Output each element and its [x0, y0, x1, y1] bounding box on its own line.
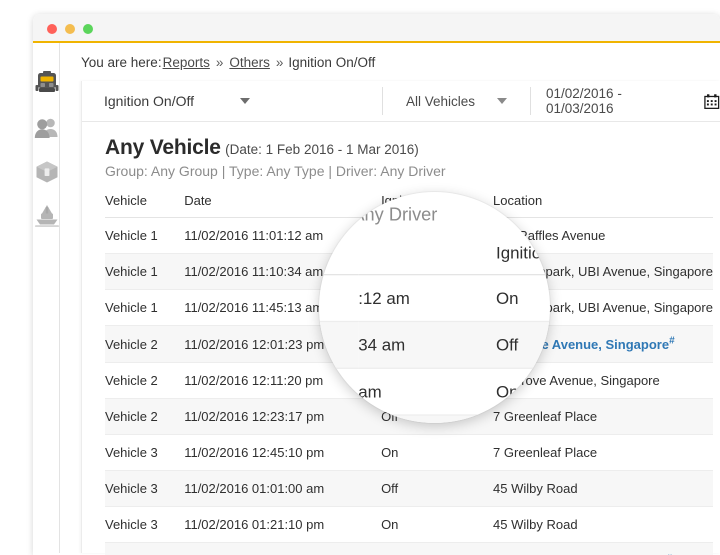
- magnified-cell-date-tail: [358, 415, 496, 423]
- box-icon: [36, 161, 57, 183]
- location-link-marker: #: [669, 336, 675, 347]
- sidebar-item-vessel[interactable]: [33, 200, 60, 232]
- people-icon: [34, 118, 57, 138]
- calendar-icon[interactable]: [704, 93, 720, 110]
- table-row[interactable]: Vehicle 3 11/02/2016 12:45:10 pm On 7 Green…: [105, 434, 713, 472]
- table-row[interactable]: Vehicle 3 11/02/2016 01:01:00 am Off 45 Wil…: [105, 470, 713, 508]
- cell-ignition-status: On: [381, 506, 494, 544]
- report-heading: Any Vehicle (Date: 1 Feb 2016 - 1 Mar 20…: [82, 122, 720, 179]
- vehicle-scope-select[interactable]: All Vehicles: [382, 87, 530, 115]
- magnified-table-body: :12 amOn10734 amOffUBamOnOff: [319, 274, 550, 423]
- magnified-cell-date-tail: am: [358, 368, 496, 416]
- magnified-table-row: 34 amOffUB: [319, 321, 550, 369]
- sidebar-item-drivers[interactable]: [33, 112, 60, 144]
- cell-vehicle: Vehicle 3: [105, 542, 185, 555]
- breadcrumb-separator-2: »: [275, 54, 284, 70]
- magnified-cell-blank: [319, 321, 359, 369]
- minimize-button[interactable]: [65, 24, 75, 34]
- breadcrumb: You are here: Reports » Others » Ignitio…: [60, 43, 720, 81]
- magnifier-lens: ar 2016) e | Driver: Any Driver Ignition…: [319, 192, 550, 423]
- content-panel: Ignition On/Off All Vehicles 01/02/2016 …: [81, 81, 720, 555]
- cell-location: 45 Wilby Road: [493, 506, 713, 544]
- cell-date: 11/02/2016 01:36:45 pm: [184, 542, 382, 555]
- cell-ignition-status: On: [381, 434, 494, 472]
- magnified-cell-date-tail: 34 am: [358, 321, 496, 369]
- magnified-cell-ignition-status: Off: [496, 415, 550, 423]
- cell-vehicle: Vehicle 2: [105, 362, 185, 400]
- filter-toolbar: Ignition On/Off All Vehicles 01/02/2016 …: [82, 81, 720, 122]
- magnified-header-row: Ignition Status Lo: [319, 242, 550, 276]
- magnified-cell-blank: [319, 368, 359, 416]
- magnifier-content: ar 2016) e | Driver: Any Driver Ignition…: [319, 192, 550, 423]
- cell-location: 7 Greenleaf Place: [493, 434, 713, 472]
- table-row[interactable]: Vehicle 3 11/02/2016 01:21:10 pm On 45 Wilb…: [105, 506, 713, 544]
- cell-vehicle: Vehicle 2: [105, 398, 185, 436]
- cell-vehicle: Vehicle 1: [105, 217, 185, 254]
- magnified-column-blank-2: [358, 242, 496, 276]
- close-button[interactable]: [47, 24, 57, 34]
- maximize-button[interactable]: [83, 24, 93, 34]
- sidebar-item-truck[interactable]: [33, 67, 60, 99]
- breadcrumb-link-others[interactable]: Others: [229, 55, 270, 70]
- date-range-value: 01/02/2016 - 01/03/2016: [546, 86, 622, 116]
- magnified-column-blank-1: [319, 242, 359, 276]
- magnified-column-header-ignition-status: Ignition Status: [496, 242, 550, 276]
- cell-date: 11/02/2016 01:01:00 am: [184, 470, 382, 508]
- magnified-table: Ignition Status Lo :12 amOn10734 amOffUB…: [319, 242, 550, 423]
- magnified-table-row: :12 amOn107: [319, 274, 550, 323]
- sidebar-rail: [33, 43, 60, 553]
- chevron-down-icon: [240, 98, 251, 104]
- cell-date: 11/02/2016 12:45:10 pm: [184, 434, 382, 472]
- cell-vehicle: Vehicle 3: [105, 434, 185, 472]
- window-body: You are here: Reports » Others » Ignitio…: [33, 43, 720, 555]
- ship-icon: [34, 205, 59, 227]
- cell-date: 11/02/2016 01:21:10 pm: [184, 506, 382, 544]
- magnified-cell-ignition-status: On: [496, 274, 550, 323]
- report-type-value: Ignition On/Off: [104, 93, 195, 109]
- cell-vehicle: Vehicle 1: [105, 289, 185, 326]
- report-type-select[interactable]: Ignition On/Off: [82, 93, 382, 109]
- cell-location[interactable]: 4 Fairways Drive, Singapore#: [493, 542, 713, 555]
- column-header-vehicle[interactable]: Vehicle: [105, 193, 185, 218]
- date-range-picker[interactable]: 01/02/2016 - 01/03/2016: [530, 86, 720, 116]
- breadcrumb-prefix: You are here:: [81, 54, 162, 70]
- application-window: You are here: Reports » Others » Ignitio…: [33, 14, 720, 555]
- window-controls: [47, 24, 93, 34]
- cell-vehicle: Vehicle 2: [105, 325, 185, 364]
- vehicle-scope-value: All Vehicles: [406, 93, 476, 109]
- cell-ignition-status: Off: [381, 542, 494, 555]
- magnified-cell-blank: [319, 274, 359, 323]
- magnified-table-row: am On: [319, 368, 550, 416]
- cell-vehicle: Vehicle 3: [105, 470, 185, 508]
- magnified-cell-ignition-status: Off: [496, 321, 550, 369]
- report-subtitle: Group: Any Group | Type: Any Type | Driv…: [105, 163, 446, 179]
- truck-icon: [35, 71, 58, 92]
- magnified-cell-date-tail: :12 am: [358, 274, 496, 323]
- magnified-table-row: Off: [319, 415, 550, 423]
- magnified-subtitle-tail: e | Driver: Any Driver: [319, 203, 438, 225]
- breadcrumb-separator-1: »: [215, 54, 224, 70]
- magnified-cell-ignition-status: On: [496, 368, 550, 416]
- cell-location: 45 Wilby Road: [493, 470, 713, 508]
- breadcrumb-link-reports[interactable]: Reports: [163, 55, 210, 70]
- cell-vehicle: Vehicle 1: [105, 253, 185, 290]
- breadcrumb-current: Ignition On/Off: [288, 54, 376, 70]
- cell-ignition-status: Off: [381, 470, 494, 508]
- window-titlebar: [33, 14, 720, 43]
- report-date-range-label: (Date: 1 Feb 2016 - 1 Mar 2016): [225, 142, 419, 157]
- cell-vehicle: Vehicle 3: [105, 506, 185, 544]
- magnified-heading-tail: ar 2016): [319, 192, 361, 200]
- page-title: Any Vehicle: [105, 136, 221, 159]
- magnified-cell-blank: [319, 415, 359, 423]
- table-row[interactable]: Vehicle 311/02/2016 01:36:45 pmOff4 Fair…: [105, 542, 713, 555]
- sidebar-item-cargo[interactable]: [33, 156, 60, 188]
- chevron-down-icon: [497, 98, 508, 104]
